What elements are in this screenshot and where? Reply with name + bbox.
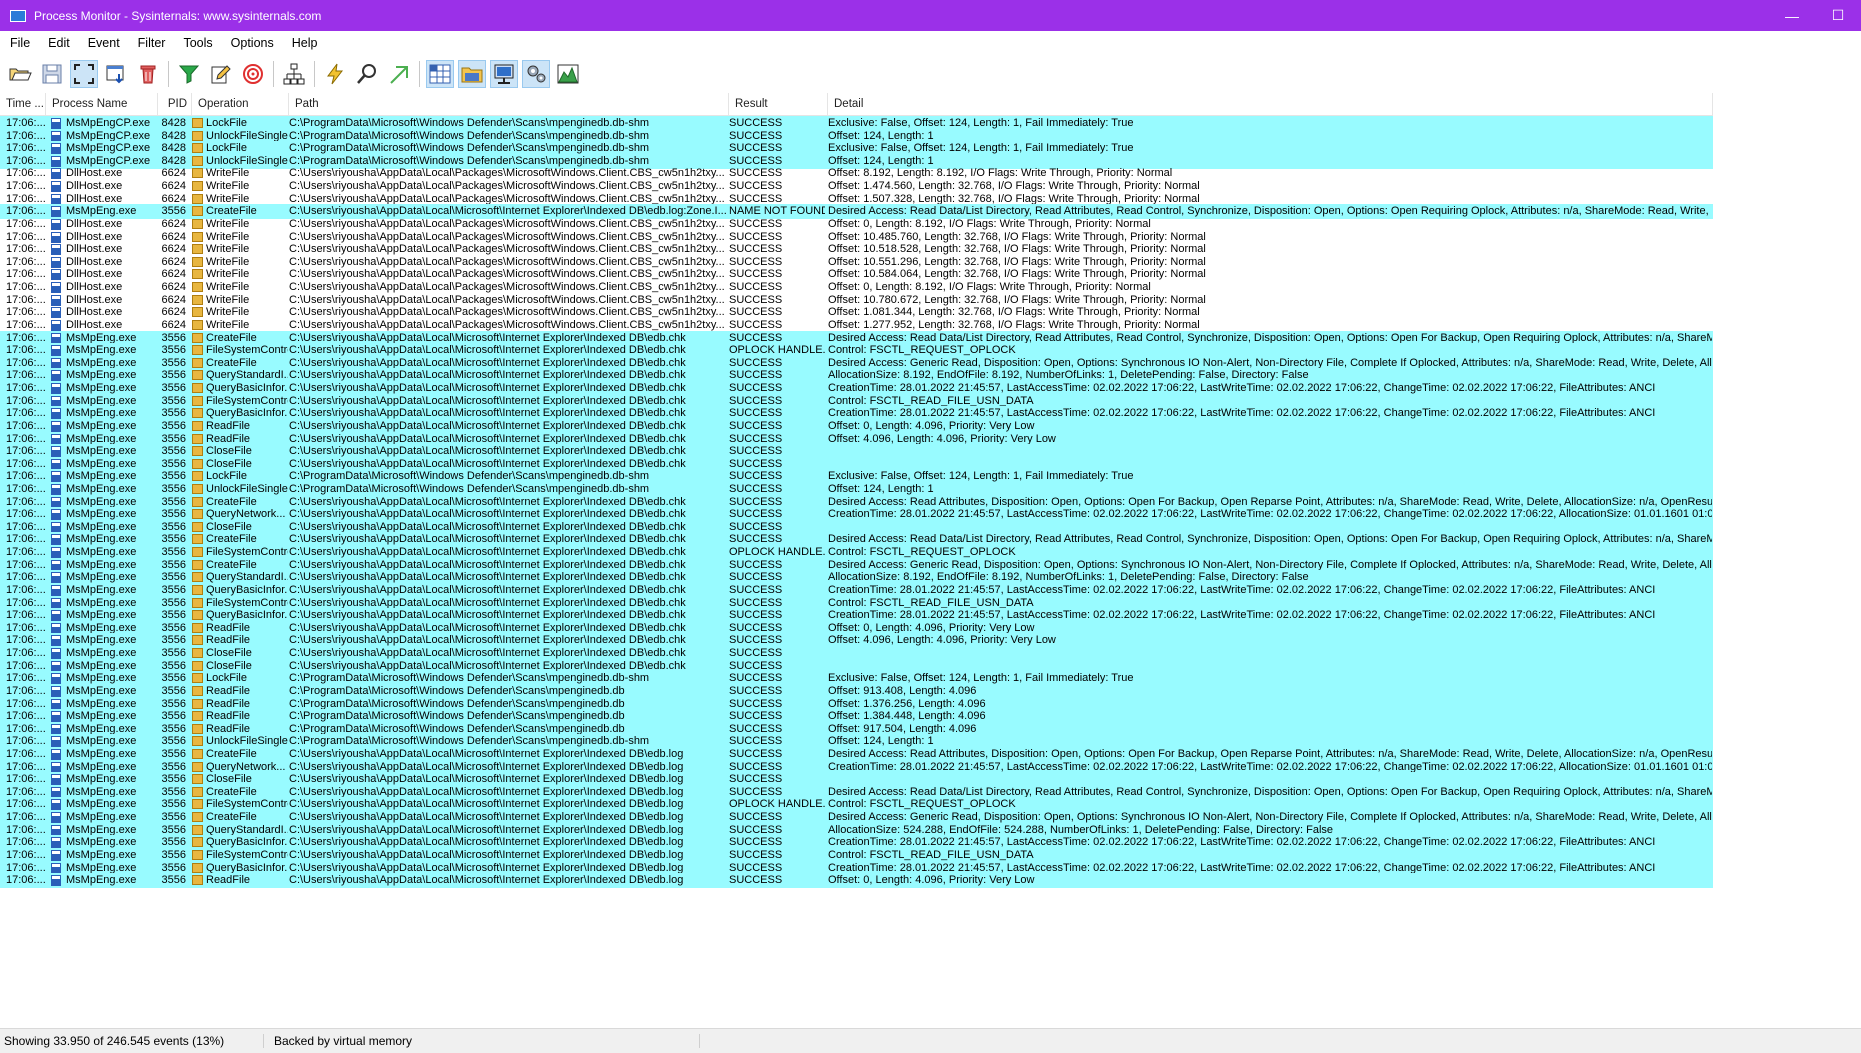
process-tree-icon[interactable] <box>280 60 308 88</box>
window-title: Process Monitor - Sysinternals: www.sysi… <box>34 8 322 23</box>
filter-icon[interactable] <box>175 60 203 88</box>
menu-edit[interactable]: Edit <box>38 36 78 50</box>
save-icon[interactable] <box>38 60 66 88</box>
title-bar: Process Monitor - Sysinternals: www.sysi… <box>0 0 1861 31</box>
clear-icon[interactable] <box>134 60 162 88</box>
column-header-time[interactable]: Time ... <box>0 93 46 115</box>
event-list[interactable]: Time ... Process Name PID Operation Path… <box>0 93 1713 1027</box>
find-icon[interactable] <box>353 60 381 88</box>
column-header-result[interactable]: Result <box>729 93 828 115</box>
toolbar-separator <box>273 60 274 87</box>
menu-file[interactable]: File <box>0 36 38 50</box>
menu-help[interactable]: Help <box>282 36 326 50</box>
menu-bar: File Edit Event Filter Tools Options Help <box>0 31 1861 55</box>
maximize-button[interactable]: ☐ <box>1815 0 1861 31</box>
cell-detail: Offset: 0, Length: 4.096, Priority: Very… <box>828 874 1035 887</box>
open-icon[interactable] <box>6 60 34 88</box>
event-properties-icon[interactable] <box>321 60 349 88</box>
autoscroll-icon[interactable] <box>102 60 130 88</box>
table-row[interactable]: 17:06:... MsMpEng.exe 3556 ReadFile C:\Users… <box>0 873 1713 889</box>
process-activity-icon[interactable] <box>522 59 550 88</box>
filesystem-activity-icon[interactable] <box>458 59 486 88</box>
jump-to-icon[interactable] <box>385 60 413 88</box>
cell-result: SUCCESS <box>729 874 783 887</box>
column-header-path[interactable]: Path <box>289 93 729 115</box>
network-activity-icon[interactable] <box>490 59 518 88</box>
menu-tools[interactable]: Tools <box>173 36 220 50</box>
toolbar-separator <box>168 60 169 87</box>
memory-status: Backed by virtual memory <box>264 1034 700 1048</box>
toolbar-separator <box>419 60 420 87</box>
column-header-process-name[interactable]: Process Name <box>46 93 158 115</box>
filesystem-operation-icon <box>192 873 204 888</box>
menu-options[interactable]: Options <box>221 36 282 50</box>
event-count-status: Showing 33.950 of 246.545 events (13%) <box>0 1034 264 1048</box>
cell-operation: ReadFile <box>206 874 251 887</box>
registry-activity-icon[interactable] <box>426 59 454 88</box>
highlight-icon[interactable] <box>207 60 235 88</box>
column-header-row: Time ... Process Name PID Operation Path… <box>0 93 1713 116</box>
cell-process-name: MsMpEng.exe <box>66 874 137 887</box>
process-icon <box>51 873 63 888</box>
cell-path: C:\Users\riyousha\AppData\Local\Microsof… <box>289 874 684 887</box>
cell-pid: 3556 <box>161 874 186 887</box>
profiling-icon[interactable] <box>554 60 582 88</box>
status-bar: Showing 33.950 of 246.545 events (13%) B… <box>0 1028 1861 1053</box>
toolbar-separator <box>314 60 315 87</box>
toolbar <box>0 55 1861 92</box>
column-header-detail[interactable]: Detail <box>828 93 1713 115</box>
column-header-operation[interactable]: Operation <box>192 93 289 115</box>
include-process-icon[interactable] <box>239 60 267 88</box>
minimize-button[interactable]: — <box>1769 0 1815 31</box>
menu-event[interactable]: Event <box>78 36 128 50</box>
menu-filter[interactable]: Filter <box>128 36 174 50</box>
capture-icon[interactable] <box>70 59 98 88</box>
cell-time: 17:06:... <box>6 874 46 887</box>
column-header-pid[interactable]: PID <box>158 93 192 115</box>
app-icon <box>10 9 26 22</box>
